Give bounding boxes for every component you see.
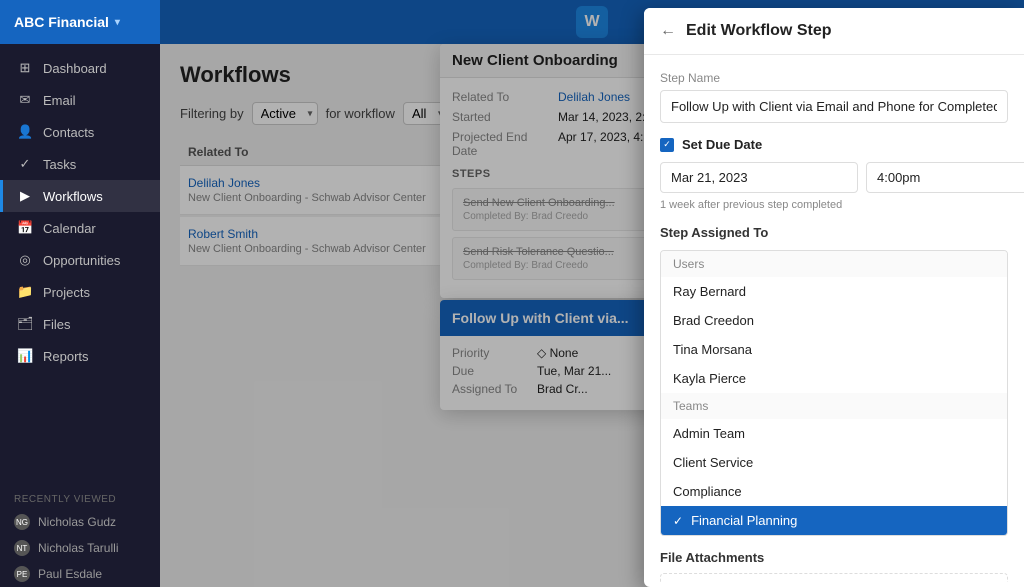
reports-icon: 📊 (17, 348, 33, 364)
calendar-icon: 📅 (17, 220, 33, 236)
sidebar-item-projects[interactable]: 📁 Projects (0, 276, 160, 308)
date-input[interactable] (660, 162, 858, 193)
file-attachments-label: File Attachments (660, 550, 1008, 565)
email-icon: ✉ (17, 92, 33, 108)
sidebar-item-calendar[interactable]: 📅 Calendar (0, 212, 160, 244)
set-due-date-label: Set Due Date (682, 137, 762, 152)
users-section-header: Users (661, 251, 1007, 277)
sidebar-item-dashboard[interactable]: ⊞ Dashboard (0, 52, 160, 84)
sidebar-item-tasks[interactable]: ✓ Tasks (0, 148, 160, 180)
recent-item-0[interactable]: NG Nicholas Gudz (0, 509, 160, 535)
sidebar-header[interactable]: ABC Financial ▾ (0, 0, 160, 44)
chevron-down-icon: ▾ (115, 17, 120, 28)
file-attach-area[interactable] (660, 573, 1008, 582)
sidebar-item-contacts[interactable]: 👤 Contacts (0, 116, 160, 148)
check-icon: ✓ (673, 514, 683, 528)
user-kayla-pierce[interactable]: Kayla Pierce (661, 364, 1007, 393)
workflows-icon: ▶ (17, 188, 33, 204)
sidebar-item-reports[interactable]: 📊 Reports (0, 340, 160, 372)
team-admin[interactable]: Admin Team (661, 419, 1007, 448)
sidebar-item-label: Calendar (43, 221, 96, 236)
projects-icon: 📁 (17, 284, 33, 300)
user-tina-morsana[interactable]: Tina Morsana (661, 335, 1007, 364)
dialog-body: Step Name ✓ Set Due Date 1 week after pr… (644, 55, 1024, 582)
sidebar-item-label: Workflows (43, 189, 103, 204)
overlay-container: New Client Onboarding ✕ Related To Delil… (160, 0, 1024, 587)
avatar: NT (14, 540, 30, 556)
dashboard-icon: ⊞ (17, 60, 33, 76)
files-icon: 🗂 (17, 316, 33, 332)
date-row (660, 162, 1008, 193)
main-content: W Workflows Filtering by Active for work… (160, 0, 1024, 587)
step-name-label: Step Name (660, 71, 1008, 85)
opportunities-icon: ◎ (17, 252, 33, 268)
step-assigned-label: Step Assigned To (660, 225, 1008, 240)
sidebar-item-email[interactable]: ✉ Email (0, 84, 160, 116)
org-name: ABC Financial (14, 14, 109, 30)
sidebar-item-files[interactable]: 🗂 Files (0, 308, 160, 340)
edit-workflow-dialog: ← Edit Workflow Step Step Name ✓ Set Due… (644, 8, 1024, 587)
avatar: PE (14, 566, 30, 582)
sidebar-item-label: Email (43, 93, 76, 108)
sidebar-item-label: Tasks (43, 157, 76, 172)
avatar: NG (14, 514, 30, 530)
user-brad-creedon[interactable]: Brad Creedon (661, 306, 1007, 335)
sidebar-item-label: Files (43, 317, 70, 332)
set-due-date-row: ✓ Set Due Date (660, 137, 1008, 152)
assigned-dropdown: Users Ray Bernard Brad Creedon Tina Mors… (660, 250, 1008, 536)
recently-viewed-label: RECENTLY VIEWED (0, 484, 160, 509)
sidebar-item-label: Dashboard (43, 61, 107, 76)
recent-item-name: Nicholas Tarulli (38, 541, 118, 555)
sidebar-item-label: Projects (43, 285, 90, 300)
recent-item-1[interactable]: NT Nicholas Tarulli (0, 535, 160, 561)
time-input[interactable] (866, 162, 1024, 193)
team-compliance[interactable]: Compliance (661, 477, 1007, 506)
recent-item-2[interactable]: PE Paul Esdale (0, 561, 160, 587)
dialog-header: ← Edit Workflow Step (644, 8, 1024, 55)
step-name-input[interactable] (660, 90, 1008, 123)
sidebar-nav: ⊞ Dashboard ✉ Email 👤 Contacts ✓ Tasks ▶… (0, 44, 160, 484)
user-ray-bernard[interactable]: Ray Bernard (661, 277, 1007, 306)
tasks-icon: ✓ (17, 156, 33, 172)
recent-item-name: Paul Esdale (38, 567, 102, 581)
sidebar-item-label: Opportunities (43, 253, 120, 268)
sidebar-item-label: Contacts (43, 125, 94, 140)
teams-section-header: Teams (661, 393, 1007, 419)
sidebar: ABC Financial ▾ ⊞ Dashboard ✉ Email 👤 Co… (0, 0, 160, 587)
dialog-title: Edit Workflow Step (686, 22, 831, 40)
date-hint: 1 week after previous step completed (660, 199, 1008, 211)
back-button[interactable]: ← (660, 22, 676, 40)
sidebar-item-label: Reports (43, 349, 89, 364)
sidebar-item-workflows[interactable]: ▶ Workflows (0, 180, 160, 212)
recent-item-name: Nicholas Gudz (38, 515, 116, 529)
team-client-service[interactable]: Client Service (661, 448, 1007, 477)
sidebar-item-opportunities[interactable]: ◎ Opportunities (0, 244, 160, 276)
contacts-icon: 👤 (17, 124, 33, 140)
set-due-date-checkbox[interactable]: ✓ (660, 138, 674, 152)
team-financial-planning[interactable]: ✓ Financial Planning (661, 506, 1007, 535)
